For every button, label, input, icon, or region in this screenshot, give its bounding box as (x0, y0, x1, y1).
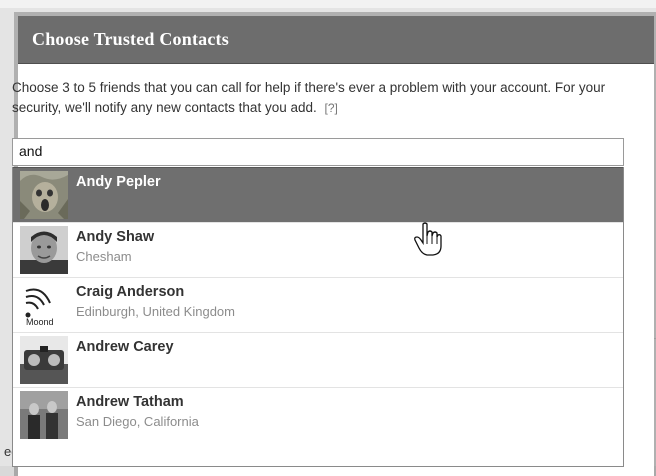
suggestion-location: San Diego, California (76, 414, 199, 429)
suggestion-item[interactable]: Moond Craig Anderson Edinburgh, United K… (13, 277, 623, 332)
background-top-strip (0, 0, 656, 8)
suggestion-item[interactable]: Andrew Tatham San Diego, California (13, 387, 623, 442)
suggestion-dropdown: Andy Pepler Andy Shaw Chesham Moond Crai… (12, 167, 624, 467)
hand-pointer-cursor-icon (414, 222, 442, 256)
suggestion-location: Edinburgh, United Kingdom (76, 304, 235, 319)
avatar-logo-text: Moond (26, 317, 54, 327)
suggestion-item[interactable]: Andy Shaw Chesham (13, 222, 623, 277)
suggestion-name: Craig Anderson (76, 284, 185, 300)
suggestion-name: Andrew Carey (76, 339, 174, 355)
avatar (20, 226, 68, 274)
avatar (20, 336, 68, 384)
avatar (20, 171, 68, 219)
help-link[interactable]: [?] (325, 101, 338, 115)
suggestion-item[interactable]: Andy Pepler (13, 167, 623, 222)
suggestion-item[interactable]: Andrew Carey (13, 332, 623, 387)
description-text: Choose 3 to 5 friends that you can call … (12, 80, 606, 115)
suggestion-name: Andy Pepler (76, 174, 161, 190)
suggestion-location: Chesham (76, 249, 132, 264)
avatar (20, 391, 68, 439)
avatar: Moond (20, 281, 68, 329)
dialog-header: Choose Trusted Contacts (18, 16, 654, 64)
contact-search-input[interactable]: and (12, 138, 624, 166)
suggestion-name: Andrew Tatham (76, 394, 184, 410)
dialog-title: Choose Trusted Contacts (32, 29, 229, 49)
suggestion-name: Andy Shaw (76, 229, 155, 245)
dialog-description: Choose 3 to 5 friends that you can call … (12, 78, 612, 118)
